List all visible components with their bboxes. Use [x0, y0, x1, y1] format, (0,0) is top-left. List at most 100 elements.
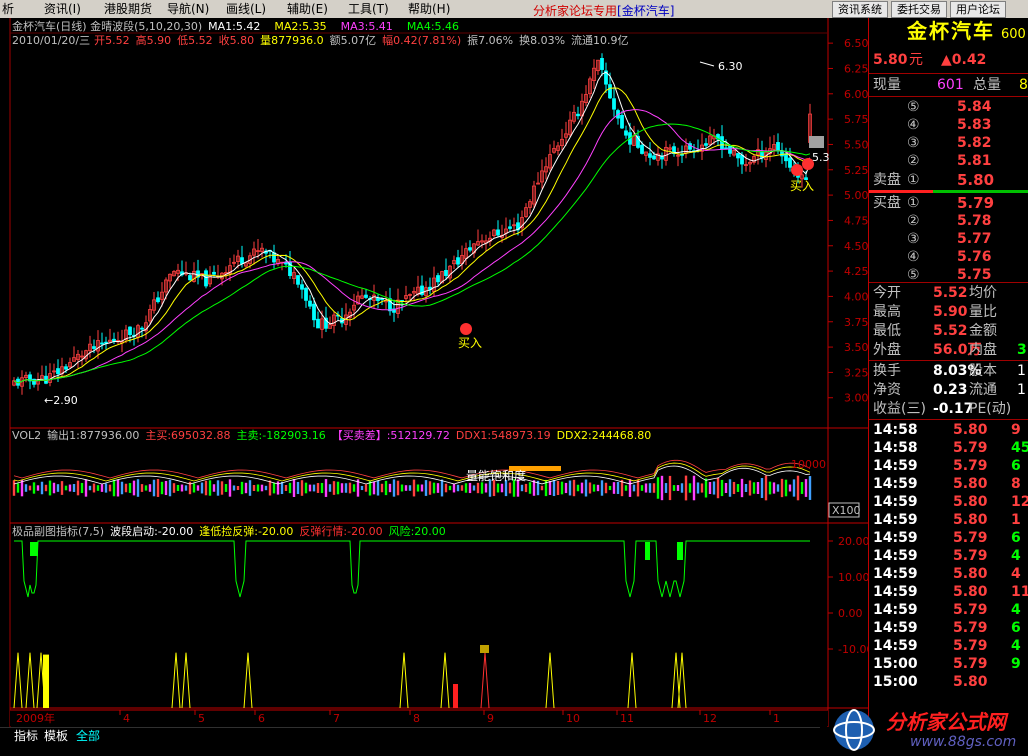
stat-label: 金额: [969, 323, 997, 339]
tick-time: 14:59: [873, 566, 918, 582]
candle-body: [140, 327, 144, 330]
watermark-url: www.88gs.com: [910, 734, 1017, 750]
info-system-button[interactable]: 资讯系统: [832, 1, 888, 18]
menu-item-analysis[interactable]: 析: [2, 2, 14, 16]
tab-template[interactable]: 模板: [42, 729, 70, 743]
volume-bar: [304, 482, 308, 494]
tick-row: 14:59 5.79 4: [869, 547, 1028, 565]
volume-bar: [116, 479, 120, 497]
tick-time: 14:58: [873, 440, 918, 456]
volume-bar: [192, 483, 196, 493]
volume-bar: [236, 485, 240, 491]
info-text: 主卖:-182903.16: [237, 429, 326, 442]
volume-bar: [292, 479, 296, 497]
tab-all[interactable]: 全部: [74, 729, 102, 743]
tick-volume: 11: [1011, 584, 1028, 600]
volume-bar: [364, 484, 368, 492]
user-forum-button[interactable]: 用户论坛: [950, 1, 1006, 18]
menu-item-draw[interactable]: 画线(L): [226, 2, 266, 16]
volume-bar: [596, 484, 600, 492]
ask-level: ②: [907, 153, 920, 169]
volume-bar: [216, 480, 220, 496]
volume-bar: [156, 479, 160, 497]
volume-bar: [760, 478, 764, 498]
menu-item-assist[interactable]: 辅助(E): [287, 2, 328, 16]
candle-body: [304, 287, 308, 301]
volume-bar: [308, 484, 312, 492]
tick-price: 5.79: [953, 440, 988, 456]
volume-bar: [380, 483, 384, 493]
candle-body: [444, 270, 448, 276]
stat-label: 流通: [969, 382, 997, 398]
volume-bar: [652, 483, 656, 493]
volume-bar: [204, 480, 208, 496]
price-tick-label: 4.00: [844, 290, 868, 303]
candle-body: [312, 303, 316, 321]
info-text: 低5.52: [177, 34, 213, 47]
info-text: 换8.03%: [519, 33, 565, 47]
volume-bar: [664, 483, 668, 493]
candle-body: [100, 342, 104, 345]
ind-tick-label: -10.00: [838, 643, 868, 656]
volume-bar: [640, 485, 644, 491]
menu-item-help[interactable]: 帮助(H): [408, 2, 450, 16]
quote-header: 金杯汽车 600: [869, 21, 1028, 48]
candle-body: [64, 366, 68, 370]
chart-area[interactable]: 6.30←2.90买入买入5.3量能饱和度10000X100 6.506.256…: [0, 18, 868, 727]
tick-row: 15:00 5.79 9: [869, 655, 1028, 673]
tab-indicator[interactable]: 指标: [12, 729, 40, 743]
candle-body: [576, 113, 580, 117]
stat-label: 今开: [873, 285, 901, 301]
tick-time: 14:59: [873, 476, 918, 492]
candle-body: [788, 157, 792, 168]
volume-bar: [72, 484, 76, 492]
menu-item-hk-futures[interactable]: 港股期货: [104, 2, 152, 16]
trade-button[interactable]: 委托交易: [891, 1, 947, 18]
menu-item-nav[interactable]: 导航(N): [167, 2, 209, 16]
info-text: 流通10.9亿: [571, 33, 629, 47]
ma-legend-2: MA2:5.35: [274, 20, 326, 33]
volume-bar: [372, 481, 376, 495]
menu-item-info[interactable]: 资讯(I): [44, 2, 81, 16]
volume-bar: [792, 479, 796, 497]
volume-bar: [592, 484, 596, 492]
bid-price: 5.77: [957, 231, 992, 247]
info-text: 【买卖差】:512129.72: [332, 428, 450, 442]
volume-bar: [772, 482, 776, 494]
ma-legend-3: MA3:5.41: [341, 20, 393, 33]
ask-level: ④: [907, 117, 920, 133]
menu-item-tools[interactable]: 工具(T): [348, 2, 389, 16]
info-text: 输出1:877936.00: [47, 428, 139, 442]
tick-price: 5.79: [953, 602, 988, 618]
time-tick-label: 12: [703, 712, 717, 725]
ind-tick-label: 0.00: [838, 607, 863, 620]
volume-bar: [464, 483, 468, 493]
price-tick-label: 5.50: [844, 138, 868, 151]
stat-value: -0.17: [933, 401, 974, 417]
volume-bar: [80, 482, 84, 494]
risk-bar: [677, 542, 683, 560]
divider: [869, 419, 1028, 420]
chart-date: 2010/01/20/三: [12, 34, 90, 47]
forum-title: 分析家论坛专用: [533, 4, 618, 18]
price-tick-label: 3.75: [844, 316, 868, 329]
volume-bar: [520, 484, 524, 492]
volume-bar: [700, 483, 704, 493]
volume-bar: [48, 480, 52, 496]
volume-bar: [648, 483, 652, 493]
candle-body: [468, 247, 472, 251]
volume-bar: [240, 481, 244, 495]
volume-bar: [472, 485, 476, 491]
time-tick-label: 9: [487, 712, 494, 725]
volume-bar: [180, 484, 184, 492]
window-title: 分析家论坛专用[金杯汽车]: [533, 2, 674, 19]
ask-row: ③ 5.82: [869, 134, 1028, 152]
info-text: 幅0.42(7.81%): [382, 34, 461, 47]
volume-bar: [96, 485, 100, 491]
ask-level: ⑤: [907, 99, 920, 115]
bid-ask-divider: [869, 190, 1028, 193]
volume-bar: [776, 484, 780, 492]
tick-volume: 4: [1011, 548, 1021, 564]
info-text: 反弹行情:-20.00: [299, 524, 382, 538]
volume-bar: [260, 484, 264, 492]
